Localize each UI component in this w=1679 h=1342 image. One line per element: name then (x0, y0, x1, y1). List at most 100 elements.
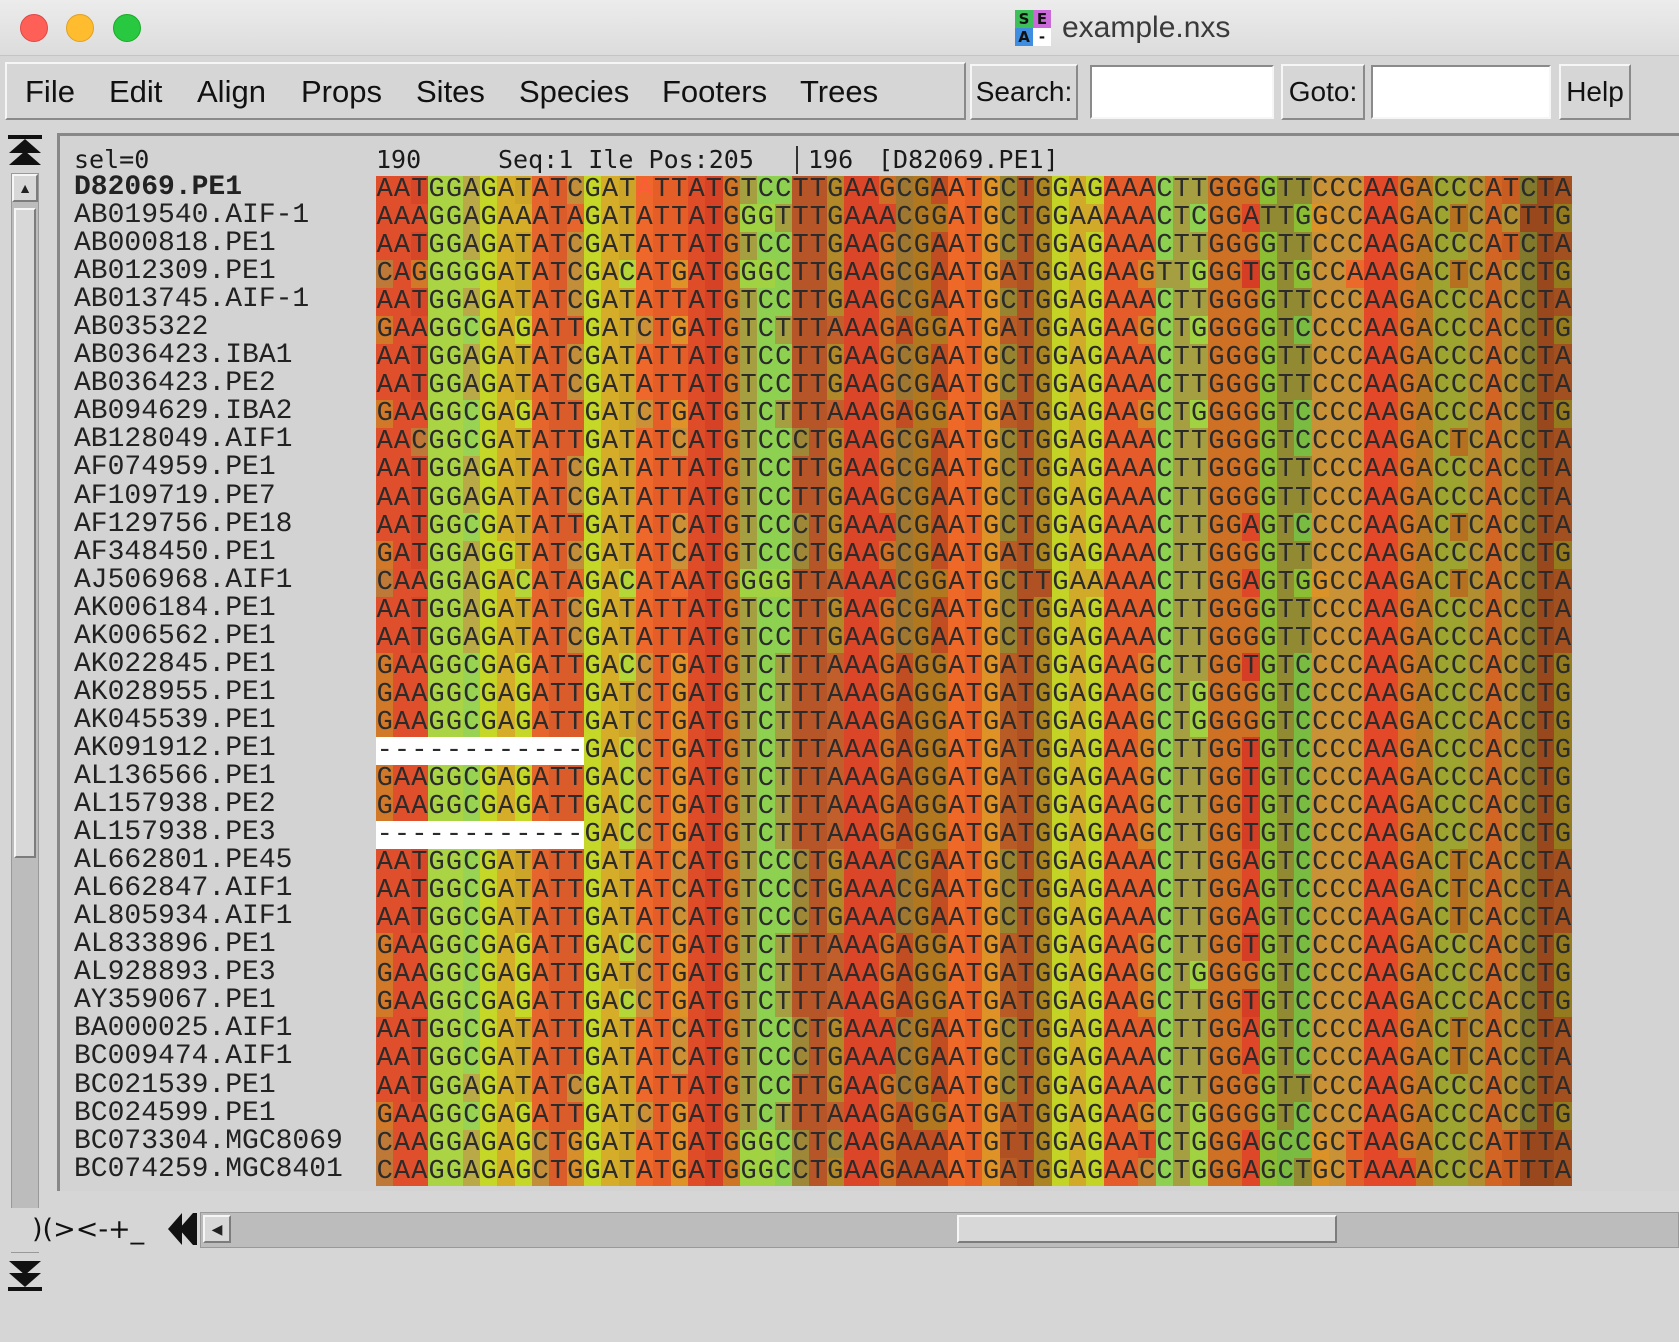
residue-cell[interactable]: A (1381, 708, 1399, 737)
residue-cell[interactable]: T (1173, 877, 1191, 906)
residue-cell[interactable]: G (445, 989, 463, 1018)
sequence-name[interactable]: AB128049.AIF1 (74, 426, 374, 454)
residue-cell[interactable]: G (1294, 568, 1312, 597)
residue-cell[interactable]: T (566, 905, 584, 934)
residue-cell[interactable]: T (1277, 624, 1295, 653)
residue-cell[interactable]: C (670, 905, 688, 934)
menu-sites[interactable]: Sites (416, 73, 485, 111)
sequence-row[interactable]: CAAGGAGAGCTGGATATGATGGGCCTGAAGAAAATGATGG… (376, 1157, 1572, 1186)
residue-cell[interactable]: T (670, 176, 688, 205)
residue-cell[interactable]: T (1450, 428, 1468, 457)
residue-cell[interactable]: T (549, 456, 567, 485)
residue-cell[interactable]: G (1034, 933, 1052, 962)
residue-cell[interactable]: T (549, 680, 567, 709)
residue-cell[interactable]: C (774, 512, 792, 541)
residue-cell[interactable]: C (1467, 176, 1485, 205)
residue-cell[interactable]: - (479, 821, 498, 850)
residue-cell[interactable]: G (514, 764, 532, 794)
residue-cell[interactable]: T (1536, 316, 1555, 345)
residue-cell[interactable]: C (531, 1157, 550, 1186)
residue-cell[interactable]: T (965, 428, 983, 457)
residue-cell[interactable]: A (601, 652, 619, 681)
residue-cell[interactable]: G (1554, 204, 1572, 233)
residue-cell[interactable]: A (1485, 905, 1503, 934)
residue-cell[interactable]: A (1069, 764, 1087, 794)
residue-cell[interactable]: G (826, 344, 844, 373)
residue-cell[interactable]: A (1415, 905, 1434, 934)
residue-cell[interactable]: A (1554, 232, 1572, 261)
residue-cell[interactable]: C (1450, 652, 1468, 681)
residue-cell[interactable]: A (601, 708, 619, 737)
residue-cell[interactable]: T (965, 1073, 983, 1102)
residue-cell[interactable]: T (618, 484, 636, 513)
residue-cell[interactable]: A (1346, 260, 1364, 289)
residue-cell[interactable]: T (1017, 877, 1035, 906)
residue-cell[interactable]: A (947, 344, 966, 373)
residue-cell[interactable]: T (549, 1017, 567, 1046)
residue-cell[interactable]: A (1103, 652, 1122, 681)
residue-cell[interactable]: G (1138, 316, 1156, 345)
residue-cell[interactable]: G (913, 680, 931, 709)
residue-cell[interactable]: C (999, 877, 1018, 906)
residue-cell[interactable]: A (843, 232, 862, 261)
residue-cell[interactable]: A (1485, 260, 1503, 289)
residue-cell[interactable]: A (531, 877, 550, 906)
residue-cell[interactable]: C (1467, 288, 1485, 317)
residue-cell[interactable]: A (826, 708, 844, 737)
residue-cell[interactable]: C (1190, 204, 1208, 233)
residue-cell[interactable]: T (965, 372, 983, 401)
residue-cell[interactable]: C (1329, 680, 1347, 709)
residue-cell[interactable]: C (1155, 736, 1174, 765)
residue-cell[interactable]: C (1155, 905, 1174, 934)
residue-cell[interactable]: G (982, 793, 1000, 822)
residue-cell[interactable]: G (427, 288, 446, 317)
residue-cell[interactable]: G (1398, 176, 1416, 205)
residue-cell[interactable]: T (774, 961, 792, 990)
residue-cell[interactable]: C (1519, 568, 1537, 597)
sequence-row[interactable]: AATGGCGATATTGATATCATGTCCCTGAAACGAATGCTGG… (376, 877, 1572, 906)
residue-cell[interactable]: A (1485, 568, 1503, 597)
residue-cell[interactable]: G (462, 260, 480, 289)
residue-cell[interactable]: T (1242, 989, 1260, 1018)
residue-cell[interactable]: A (1415, 316, 1434, 345)
residue-cell[interactable]: T (965, 736, 983, 765)
residue-cell[interactable]: A (861, 400, 879, 429)
residue-cell[interactable]: A (1242, 849, 1260, 878)
residue-cell[interactable]: A (999, 1101, 1018, 1130)
residue-cell[interactable]: A (843, 568, 862, 597)
residue-cell[interactable]: C (1294, 905, 1312, 934)
residue-cell[interactable]: C (895, 428, 914, 457)
residue-cell[interactable]: G (427, 849, 446, 878)
residue-cell[interactable]: C (1450, 596, 1468, 625)
residue-cell[interactable]: T (653, 428, 671, 457)
residue-cell[interactable]: G (1051, 624, 1070, 653)
residue-cell[interactable]: G (1554, 793, 1572, 822)
residue-cell[interactable]: T (965, 680, 983, 709)
residue-cell[interactable]: G (445, 260, 463, 289)
residue-cell[interactable]: G (1086, 1101, 1104, 1130)
residue-cell[interactable]: A (1069, 316, 1087, 345)
residue-cell[interactable]: C (1311, 933, 1330, 962)
residue-cell[interactable]: A (1121, 260, 1139, 289)
residue-cell[interactable]: C (1433, 849, 1451, 878)
goto-button[interactable]: Goto: (1281, 64, 1365, 120)
residue-cell[interactable]: G (583, 989, 602, 1018)
residue-cell[interactable]: G (722, 288, 740, 317)
residue-cell[interactable]: C (999, 344, 1018, 373)
residue-cell[interactable]: G (1207, 204, 1226, 233)
residue-cell[interactable]: G (1051, 1101, 1070, 1130)
residue-cell[interactable]: T (653, 933, 671, 962)
residue-cell[interactable]: C (1155, 1073, 1174, 1102)
residue-cell[interactable]: A (531, 764, 550, 794)
residue-cell[interactable]: A (895, 652, 914, 681)
residue-cell[interactable]: G (427, 568, 446, 597)
residue-cell[interactable]: G (1207, 176, 1226, 205)
residue-cell[interactable]: C (1467, 484, 1485, 513)
residue-cell[interactable]: G (1207, 961, 1226, 990)
residue-cell[interactable]: T (791, 680, 810, 709)
residue-cell[interactable]: G (1225, 708, 1243, 737)
residue-cell[interactable]: A (1121, 400, 1139, 429)
residue-cell[interactable]: G (722, 736, 740, 765)
residue-cell[interactable]: G (376, 933, 394, 962)
residue-cell[interactable]: G (878, 961, 896, 990)
